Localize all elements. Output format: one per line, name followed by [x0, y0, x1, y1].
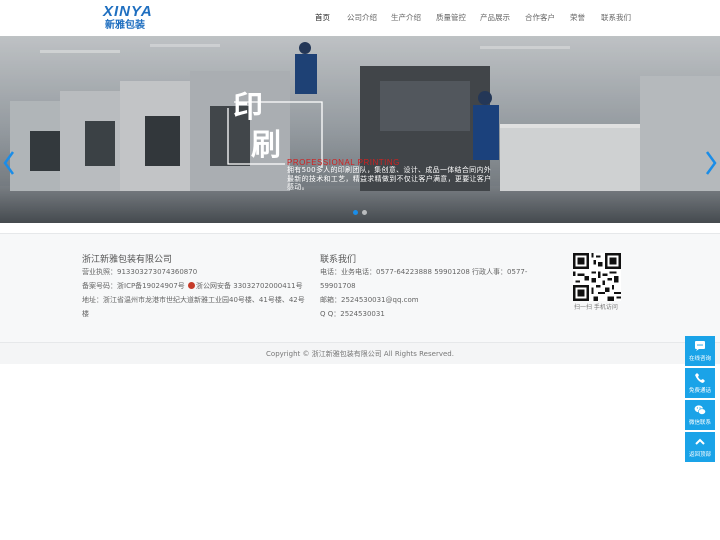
- banner-prev-arrow[interactable]: [2, 150, 16, 176]
- banner-title-char-2: 刷: [251, 128, 281, 163]
- qr-code: [573, 253, 621, 301]
- chat-icon: [695, 341, 705, 351]
- footer-license: 营业执照：913303273074360870: [82, 268, 198, 276]
- banner-dot-1[interactable]: [353, 210, 358, 215]
- free-call-label: 免费通话: [688, 388, 711, 394]
- copyright-bar: Copyright © 浙江新雅包装有限公司 All Rights Reserv…: [0, 342, 720, 364]
- wechat-label: 微信联系: [688, 420, 711, 426]
- footer-email[interactable]: 邮箱：2524530031@qq.com: [320, 293, 419, 308]
- free-call-button[interactable]: 免费通话: [685, 368, 715, 398]
- back-to-top-button[interactable]: 返回顶部: [685, 432, 715, 462]
- header: XINYA 新雅包装 首页 公司介绍 生产介绍 质量管控 产品展示 合作客户 荣…: [0, 0, 720, 36]
- footer-top-divider: [0, 233, 720, 234]
- footer-address-line2: 楼: [82, 310, 89, 318]
- copyright-divider: [0, 342, 720, 343]
- chevron-left-icon: [3, 151, 15, 175]
- wechat-icon: [694, 405, 706, 415]
- wechat-button[interactable]: 微信联系: [685, 400, 715, 430]
- footer-company-title: 浙江新雅包装有限公司: [82, 255, 173, 265]
- footer-phone-line2: 59901708: [320, 282, 356, 290]
- footer-record: 备案号码：浙ICP备19024907号 浙公网安备 33032702000411…: [82, 279, 303, 294]
- banner-dot-2[interactable]: [362, 210, 367, 215]
- qr-caption: 扫一扫 手机访问: [574, 304, 618, 311]
- footer-address-line1: 地址：浙江省温州市龙港市世纪大道新雅工业园40号楼、41号楼、42号: [82, 296, 305, 304]
- banner-next-arrow[interactable]: [704, 150, 718, 176]
- footer-phone-line1: 电话：业务电话：0577-64223888 59901208 行政人事：0577…: [320, 268, 528, 276]
- banner-title-char-1: 印: [233, 90, 263, 125]
- logo[interactable]: XINYA 新雅包装: [103, 4, 163, 32]
- nav-item-company[interactable]: 公司介绍: [347, 12, 377, 23]
- online-consult-button[interactable]: 在线咨询: [685, 336, 715, 366]
- banner-description: 拥有500多人的印刷团队，集创意、设计、成品一体结合同内外最新的技术和工艺，精益…: [287, 166, 492, 191]
- online-consult-label: 在线咨询: [688, 356, 711, 362]
- nav-item-quality[interactable]: 质量管控: [436, 12, 466, 23]
- police-badge-icon: [188, 282, 196, 289]
- chevron-right-icon: [705, 151, 717, 175]
- nav-item-honors[interactable]: 荣誉: [570, 12, 585, 23]
- back-to-top-label: 返回顶部: [688, 452, 711, 458]
- logo-brand: XINYA: [103, 3, 153, 20]
- arrow-up-icon: [695, 438, 705, 445]
- footer-icp-record[interactable]: 备案号码：浙ICP备19024907号: [82, 282, 185, 290]
- nav-item-contact[interactable]: 联系我们: [601, 12, 631, 23]
- nav-item-production[interactable]: 生产介绍: [391, 12, 421, 23]
- nav-item-clients[interactable]: 合作客户: [525, 12, 555, 23]
- hero-banner[interactable]: 印 刷 PROFESSIONAL PRINTING 拥有500多人的印刷团队，集…: [0, 36, 720, 223]
- nav-item-home[interactable]: 首页: [315, 12, 330, 23]
- phone-icon: [695, 373, 705, 383]
- footer-contact-title: 联系我们: [320, 255, 357, 265]
- footer-qq: Q Q：2524530031: [320, 310, 385, 318]
- banner-image: [0, 36, 720, 223]
- copyright-text: Copyright © 浙江新雅包装有限公司 All Rights Reserv…: [266, 350, 454, 358]
- nav-item-products[interactable]: 产品展示: [480, 12, 510, 23]
- logo-cn: 新雅包装: [105, 20, 145, 31]
- footer-police-record[interactable]: 浙公网安备 33032702000411号: [196, 282, 303, 290]
